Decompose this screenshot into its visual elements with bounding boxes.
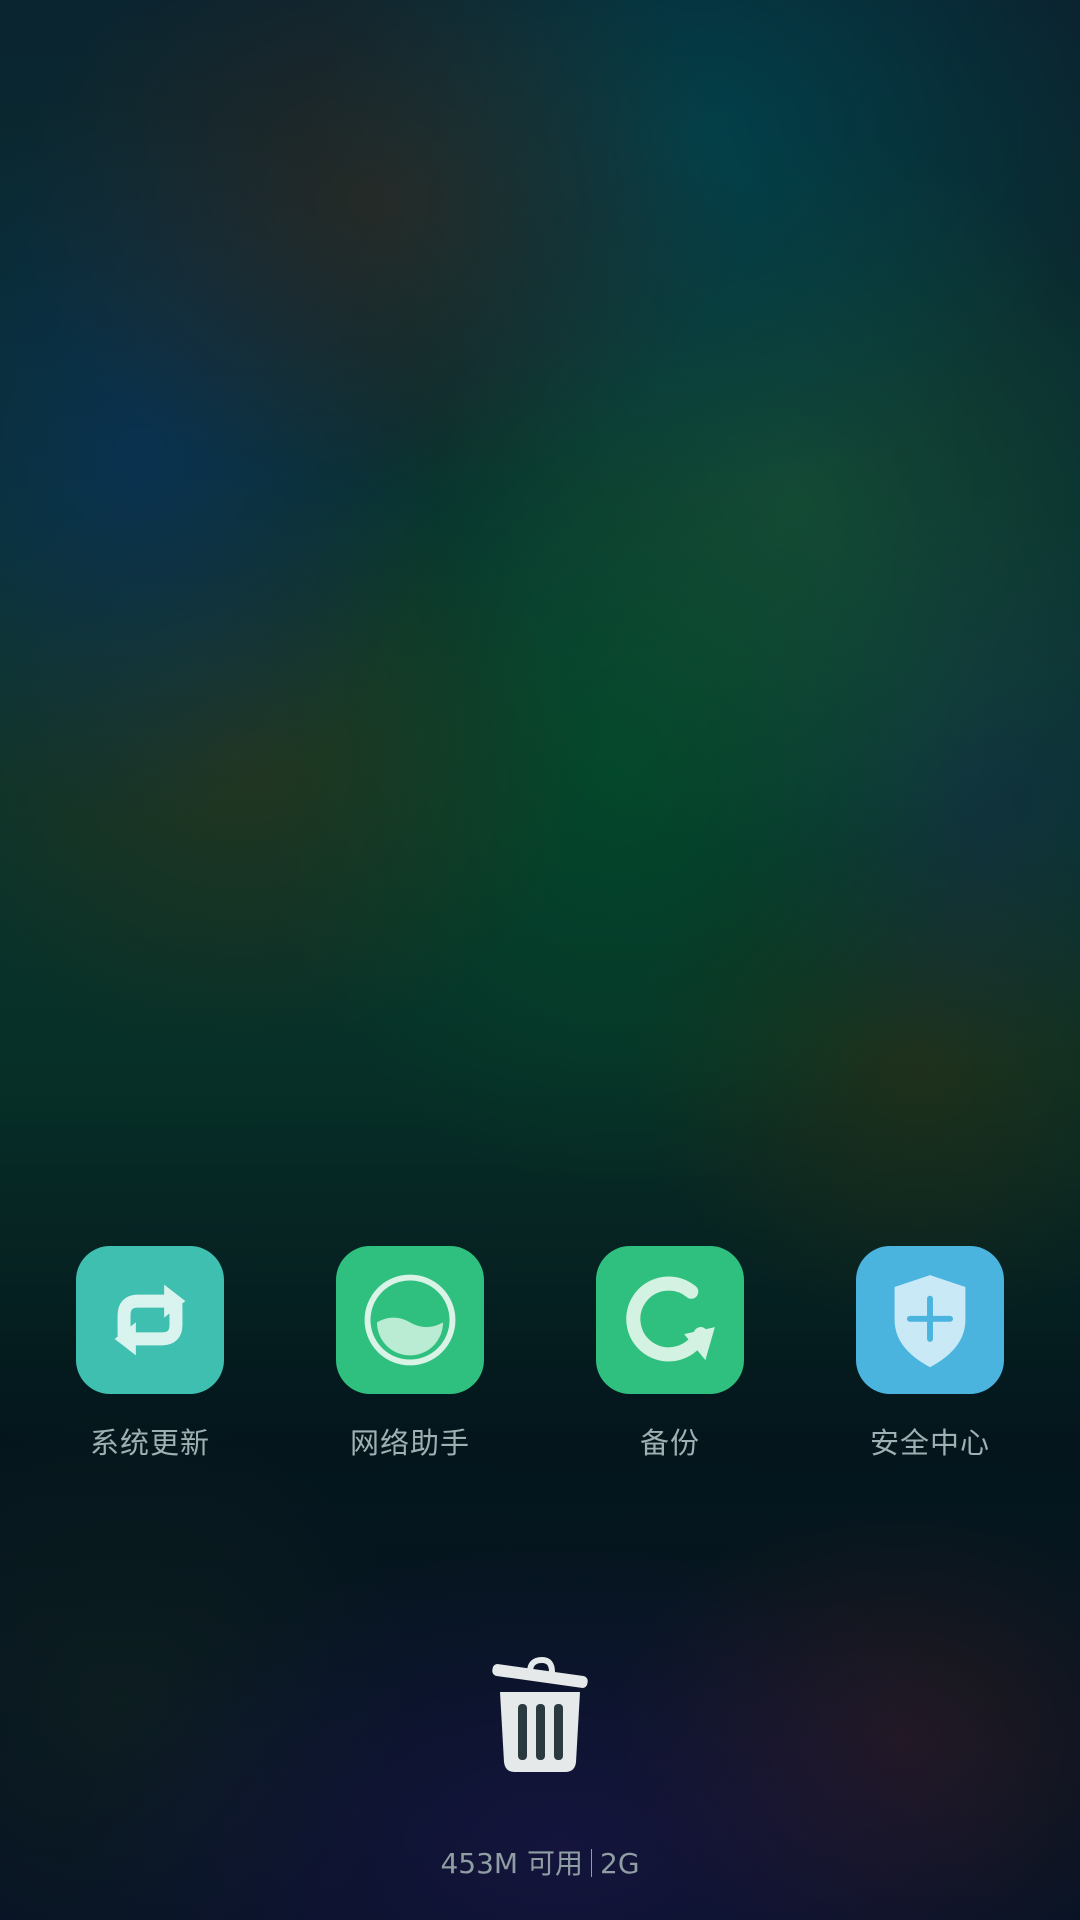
wallpaper <box>0 0 1080 1920</box>
security-shield-icon <box>894 1275 966 1368</box>
app-icon-security-center <box>856 1246 1004 1394</box>
sync-arrows-icon <box>114 1284 186 1356</box>
app-label-backup: 备份 <box>639 1426 700 1460</box>
network-gauge-icon <box>364 1274 456 1366</box>
app-network-assistant[interactable]: 网络助手 <box>300 1246 520 1476</box>
app-security-center[interactable]: 安全中心 <box>820 1246 1040 1476</box>
trash-can-icon <box>492 1656 588 1772</box>
app-system-update[interactable]: 系统更新 <box>40 1246 260 1476</box>
app-icon-system-update <box>76 1246 224 1394</box>
app-icon-backup <box>596 1246 744 1394</box>
app-label-system-update: 系统更新 <box>89 1426 210 1460</box>
recent-apps-row: 系统更新 网络助手 备份 安全中心 <box>0 1246 1080 1476</box>
app-label-network-assistant: 网络助手 <box>349 1426 470 1460</box>
memory-divider <box>591 1849 592 1877</box>
app-icon-network-assistant <box>336 1246 484 1394</box>
app-label-security-center: 安全中心 <box>869 1426 990 1460</box>
clear-all-button[interactable] <box>490 1652 590 1776</box>
backup-refresh-icon <box>626 1276 715 1362</box>
memory-status: 453M 可用 2G <box>0 1842 1080 1882</box>
memory-available: 453M 可用 <box>440 1847 583 1880</box>
app-backup[interactable]: 备份 <box>560 1246 780 1476</box>
memory-total: 2G <box>600 1847 640 1880</box>
